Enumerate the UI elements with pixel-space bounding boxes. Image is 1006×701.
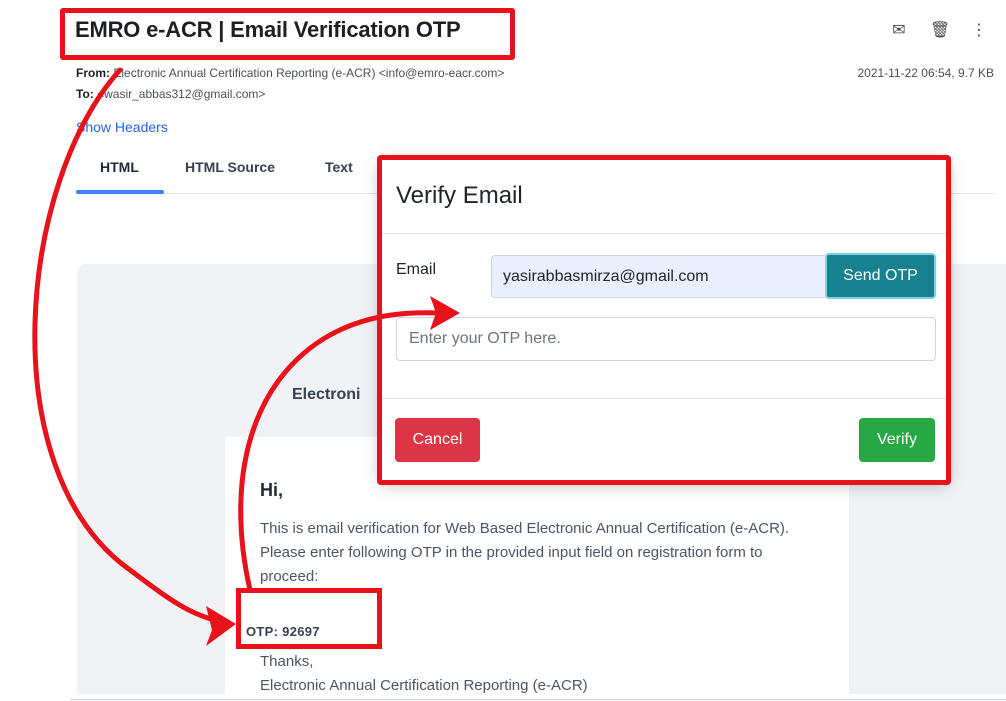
brand-heading: Electroni <box>292 386 361 403</box>
modal-highlight-box <box>377 155 951 485</box>
message-body: This is email verification for Web Based… <box>260 520 790 585</box>
tab-text[interactable]: Text <box>325 159 353 175</box>
otp-highlight-box <box>236 588 382 649</box>
from-line: From: Electronic Annual Certification Re… <box>76 66 504 80</box>
from-value: Electronic Annual Certification Reportin… <box>113 66 505 80</box>
trash-icon[interactable]: 🗑 <box>930 20 950 40</box>
tab-html[interactable]: HTML <box>100 159 139 175</box>
envelope-icon[interactable]: ✉ <box>890 20 908 40</box>
tab-html-source[interactable]: HTML Source <box>185 159 275 175</box>
to-line: To: <wasir_abbas312@gmail.com> <box>76 87 265 101</box>
active-tab-indicator <box>76 190 164 194</box>
to-value: <wasir_abbas312@gmail.com> <box>97 87 266 101</box>
email-actions: ✉ 🗑 ⋮ <box>890 20 988 40</box>
more-vertical-icon[interactable]: ⋮ <box>970 20 988 40</box>
divider <box>70 699 1006 700</box>
date-size: 2021-11-22 06:54, 9.7 KB <box>857 66 994 80</box>
thanks-line: Thanks, <box>260 653 314 670</box>
show-headers-link[interactable]: Show Headers <box>76 119 168 135</box>
signature: Electronic Annual Certification Reportin… <box>260 677 588 694</box>
from-label: From: <box>76 66 110 80</box>
greeting: Hi, <box>260 480 284 500</box>
subject-highlight-box <box>60 8 515 60</box>
to-label: To: <box>76 87 94 101</box>
